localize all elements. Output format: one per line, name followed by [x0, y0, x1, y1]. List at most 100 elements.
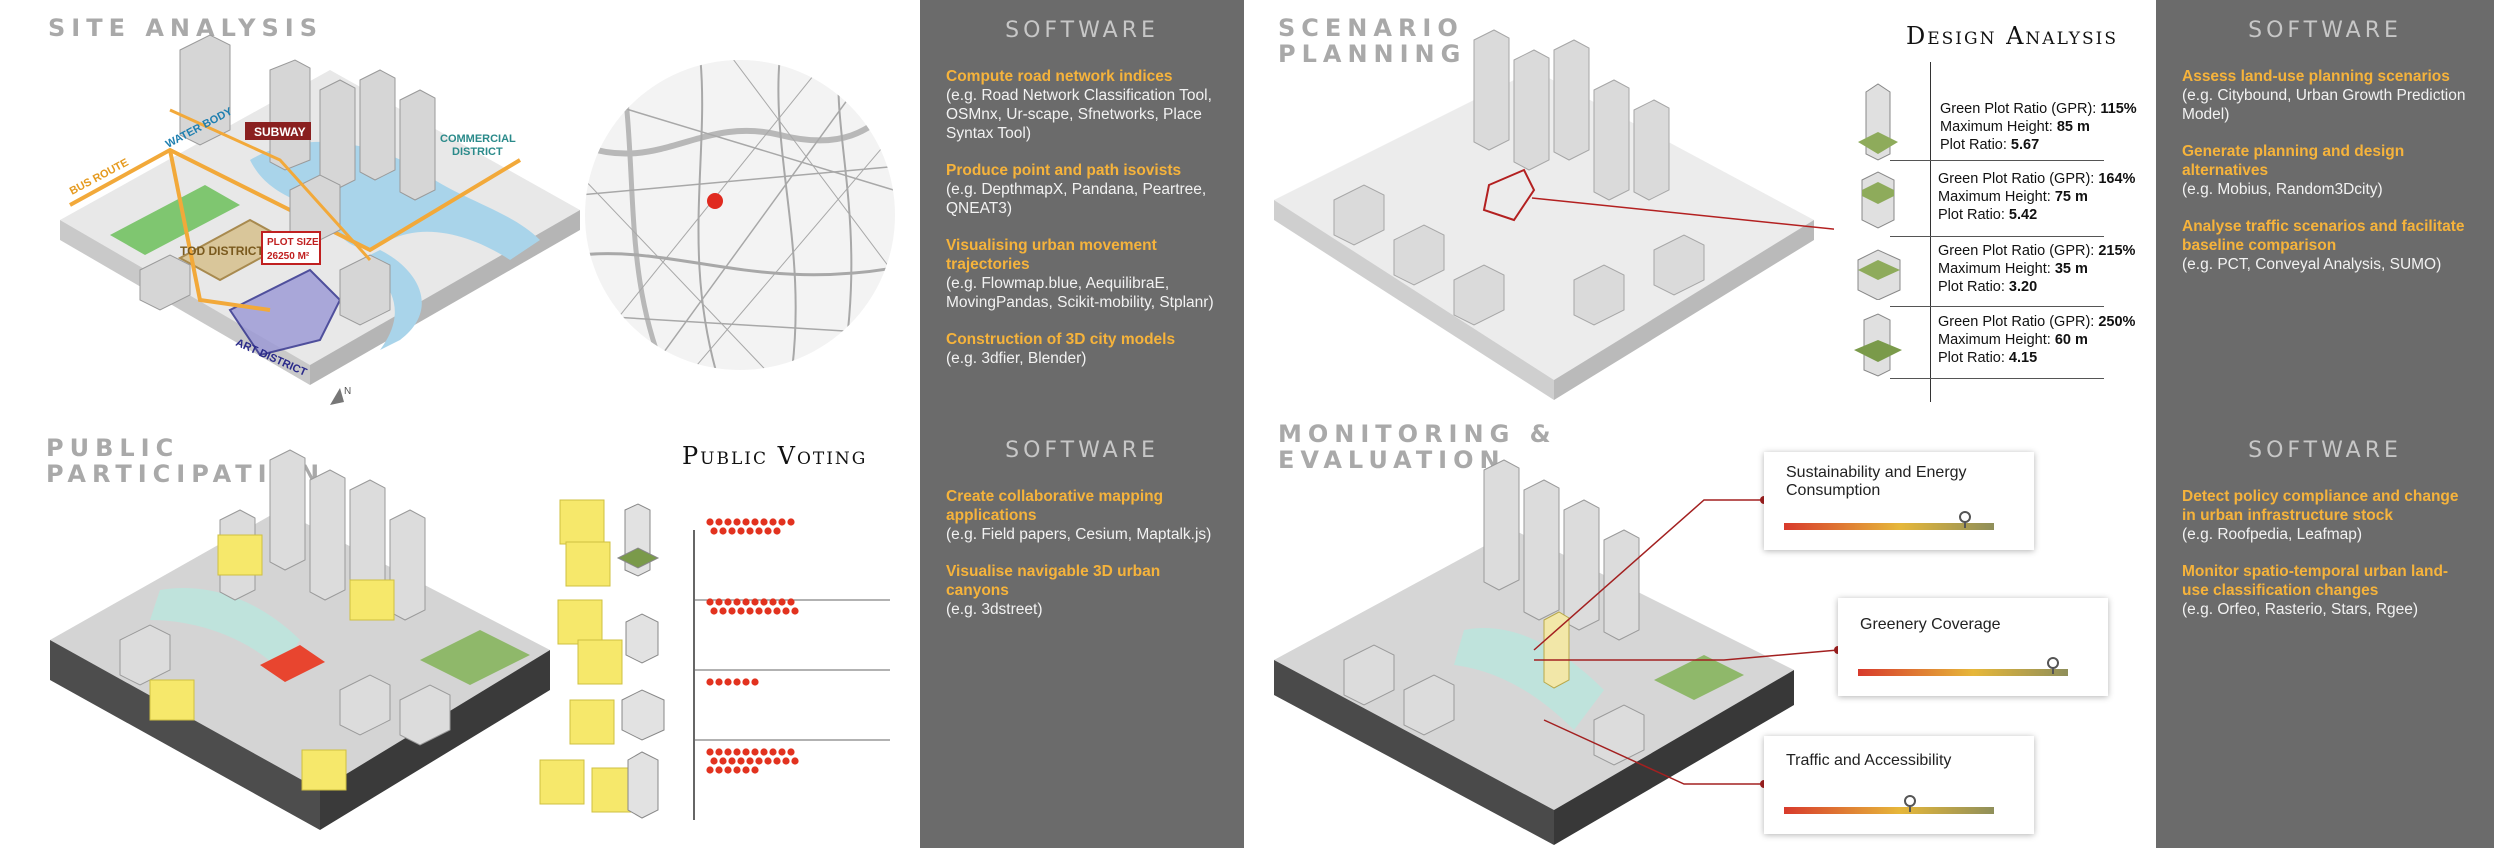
vote-dot [791, 757, 799, 765]
tod-district-label: TOD DISTRICT [180, 244, 264, 258]
gpr-value: 250% [2098, 314, 2136, 330]
vote-dot [746, 607, 754, 615]
metric-level-pin-icon [1958, 511, 1971, 528]
vote-dot [764, 527, 772, 535]
vote-dot [742, 598, 750, 606]
vote-dot [773, 607, 781, 615]
street-map-circle [585, 60, 895, 370]
site-location-marker [707, 193, 723, 209]
design-analysis-title: Design Analysis [1906, 22, 2119, 50]
vote-dot [751, 766, 759, 774]
public-voting-chart [539, 499, 890, 820]
plot-ratio-value: 5.67 [2010, 137, 2040, 153]
design-option-3: Green Plot Ratio (GPR): 215% Maximum Hei… [1938, 243, 2136, 295]
vote-dot [760, 598, 768, 606]
vote-dot [737, 607, 745, 615]
vote-dot [724, 598, 732, 606]
vote-dot [746, 757, 754, 765]
software-item: Produce point and path isovists (e.g. Dep… [946, 162, 1207, 217]
vote-dot [755, 607, 763, 615]
gpr-value: 164% [2098, 171, 2136, 187]
vote-dot [706, 748, 714, 756]
vote-dot [746, 527, 754, 535]
gpr-value: 215% [2098, 243, 2136, 259]
metric-label: Greenery Coverage [1860, 616, 2001, 633]
software-panel-site-analysis: SOFTWARE Compute road network indices (e.… [920, 0, 1244, 420]
metric-card-sustainability: Sustainability and Energy Consumption [1764, 452, 2034, 550]
software-panel-monitoring: SOFTWARE Detect policy compliance and ch… [2156, 420, 2494, 848]
vote-dot [751, 678, 759, 686]
plot-size-label: PLOT SIZE [267, 237, 319, 248]
vote-dot [706, 766, 714, 774]
vote-dot-rows [706, 518, 799, 774]
design-option-thumbnail-4 [1854, 313, 1902, 377]
metric-gradient-bar [1784, 523, 1994, 530]
metric-gradient-bar [1784, 807, 1994, 814]
vote-dot [760, 518, 768, 526]
vote-dot [742, 748, 750, 756]
vote-dot [755, 757, 763, 765]
vote-dot [733, 598, 741, 606]
subway-label: SUBWAY [254, 125, 306, 139]
voting-sticky-notes [539, 499, 637, 813]
site-analysis-isometric-map: BUS ROUTE WATER BODY SUBWAY COMMERCIAL D… [60, 34, 580, 405]
design-analysis-axis [1930, 62, 1931, 402]
design-option-separator [1890, 378, 2104, 379]
monitoring-section: MONITORING & EVALUATION Sustainability a… [1244, 420, 2156, 848]
software-panel-title: SOFTWARE [2248, 18, 2402, 43]
vote-dot [710, 607, 718, 615]
vote-dot [787, 598, 795, 606]
vote-dot [719, 607, 727, 615]
vote-dot [710, 527, 718, 535]
vote-dot [733, 518, 741, 526]
scenario-isometric-map [1274, 29, 1834, 400]
metric-card-greenery: Greenery Coverage [1838, 598, 2108, 696]
vote-dot [764, 757, 772, 765]
plot-ratio-value: 3.20 [2008, 279, 2038, 295]
vote-dot [782, 757, 790, 765]
vote-dot [728, 757, 736, 765]
software-panel-title: SOFTWARE [2248, 438, 2402, 463]
vote-dot [724, 766, 732, 774]
vote-dot [755, 527, 763, 535]
vote-dot [778, 748, 786, 756]
vote-dot [719, 757, 727, 765]
vote-dot [787, 748, 795, 756]
vote-dot [742, 678, 750, 686]
vote-dot [760, 748, 768, 756]
vote-dot [778, 598, 786, 606]
max-height-value: 35 m [2054, 261, 2088, 277]
vote-dot [751, 748, 759, 756]
vote-dot [769, 598, 777, 606]
vote-dot [769, 748, 777, 756]
design-option-separator [1890, 236, 2104, 237]
vote-dot [710, 757, 718, 765]
design-option-thumbnail-3 [1857, 249, 1901, 300]
software-panel-public-participation: SOFTWARE Create collaborative mapping ap… [920, 420, 1244, 848]
metric-card-traffic: Traffic and Accessibility [1764, 736, 2034, 834]
metric-label: Sustainability and Energy [1786, 464, 1967, 481]
software-item: Compute road network indices (e.g. Road N… [946, 68, 1212, 142]
vote-dot [751, 518, 759, 526]
max-height-value: 75 m [2054, 189, 2088, 205]
vote-dot [773, 757, 781, 765]
vote-dot [787, 518, 795, 526]
vote-dot [791, 607, 799, 615]
software-item: Generate planning and design alternative… [2182, 143, 2405, 198]
vote-dot [764, 607, 772, 615]
vote-dot [751, 598, 759, 606]
software-item: Monitor spatio-temporal urban land-use c… [2182, 563, 2449, 618]
design-option-thumbnail-1 [1858, 83, 1898, 161]
design-option-separator [1890, 160, 2104, 161]
software-item: Create collaborative mapping application… [946, 488, 1212, 543]
vote-dot [728, 527, 736, 535]
metric-level-pin-icon [1904, 795, 1916, 812]
vote-dot [706, 678, 714, 686]
metric-label: Traffic and Accessibility [1786, 752, 1952, 769]
vote-dot [742, 766, 750, 774]
software-panel-scenario-planning: SOFTWARE Assess land-use planning scenar… [2156, 0, 2494, 420]
gpr-value: 115% [2100, 101, 2137, 117]
max-height-value: 60 m [2054, 332, 2088, 348]
software-item: Construction of 3D city models (e.g. 3dfi… [946, 331, 1176, 367]
vote-dot [773, 527, 781, 535]
